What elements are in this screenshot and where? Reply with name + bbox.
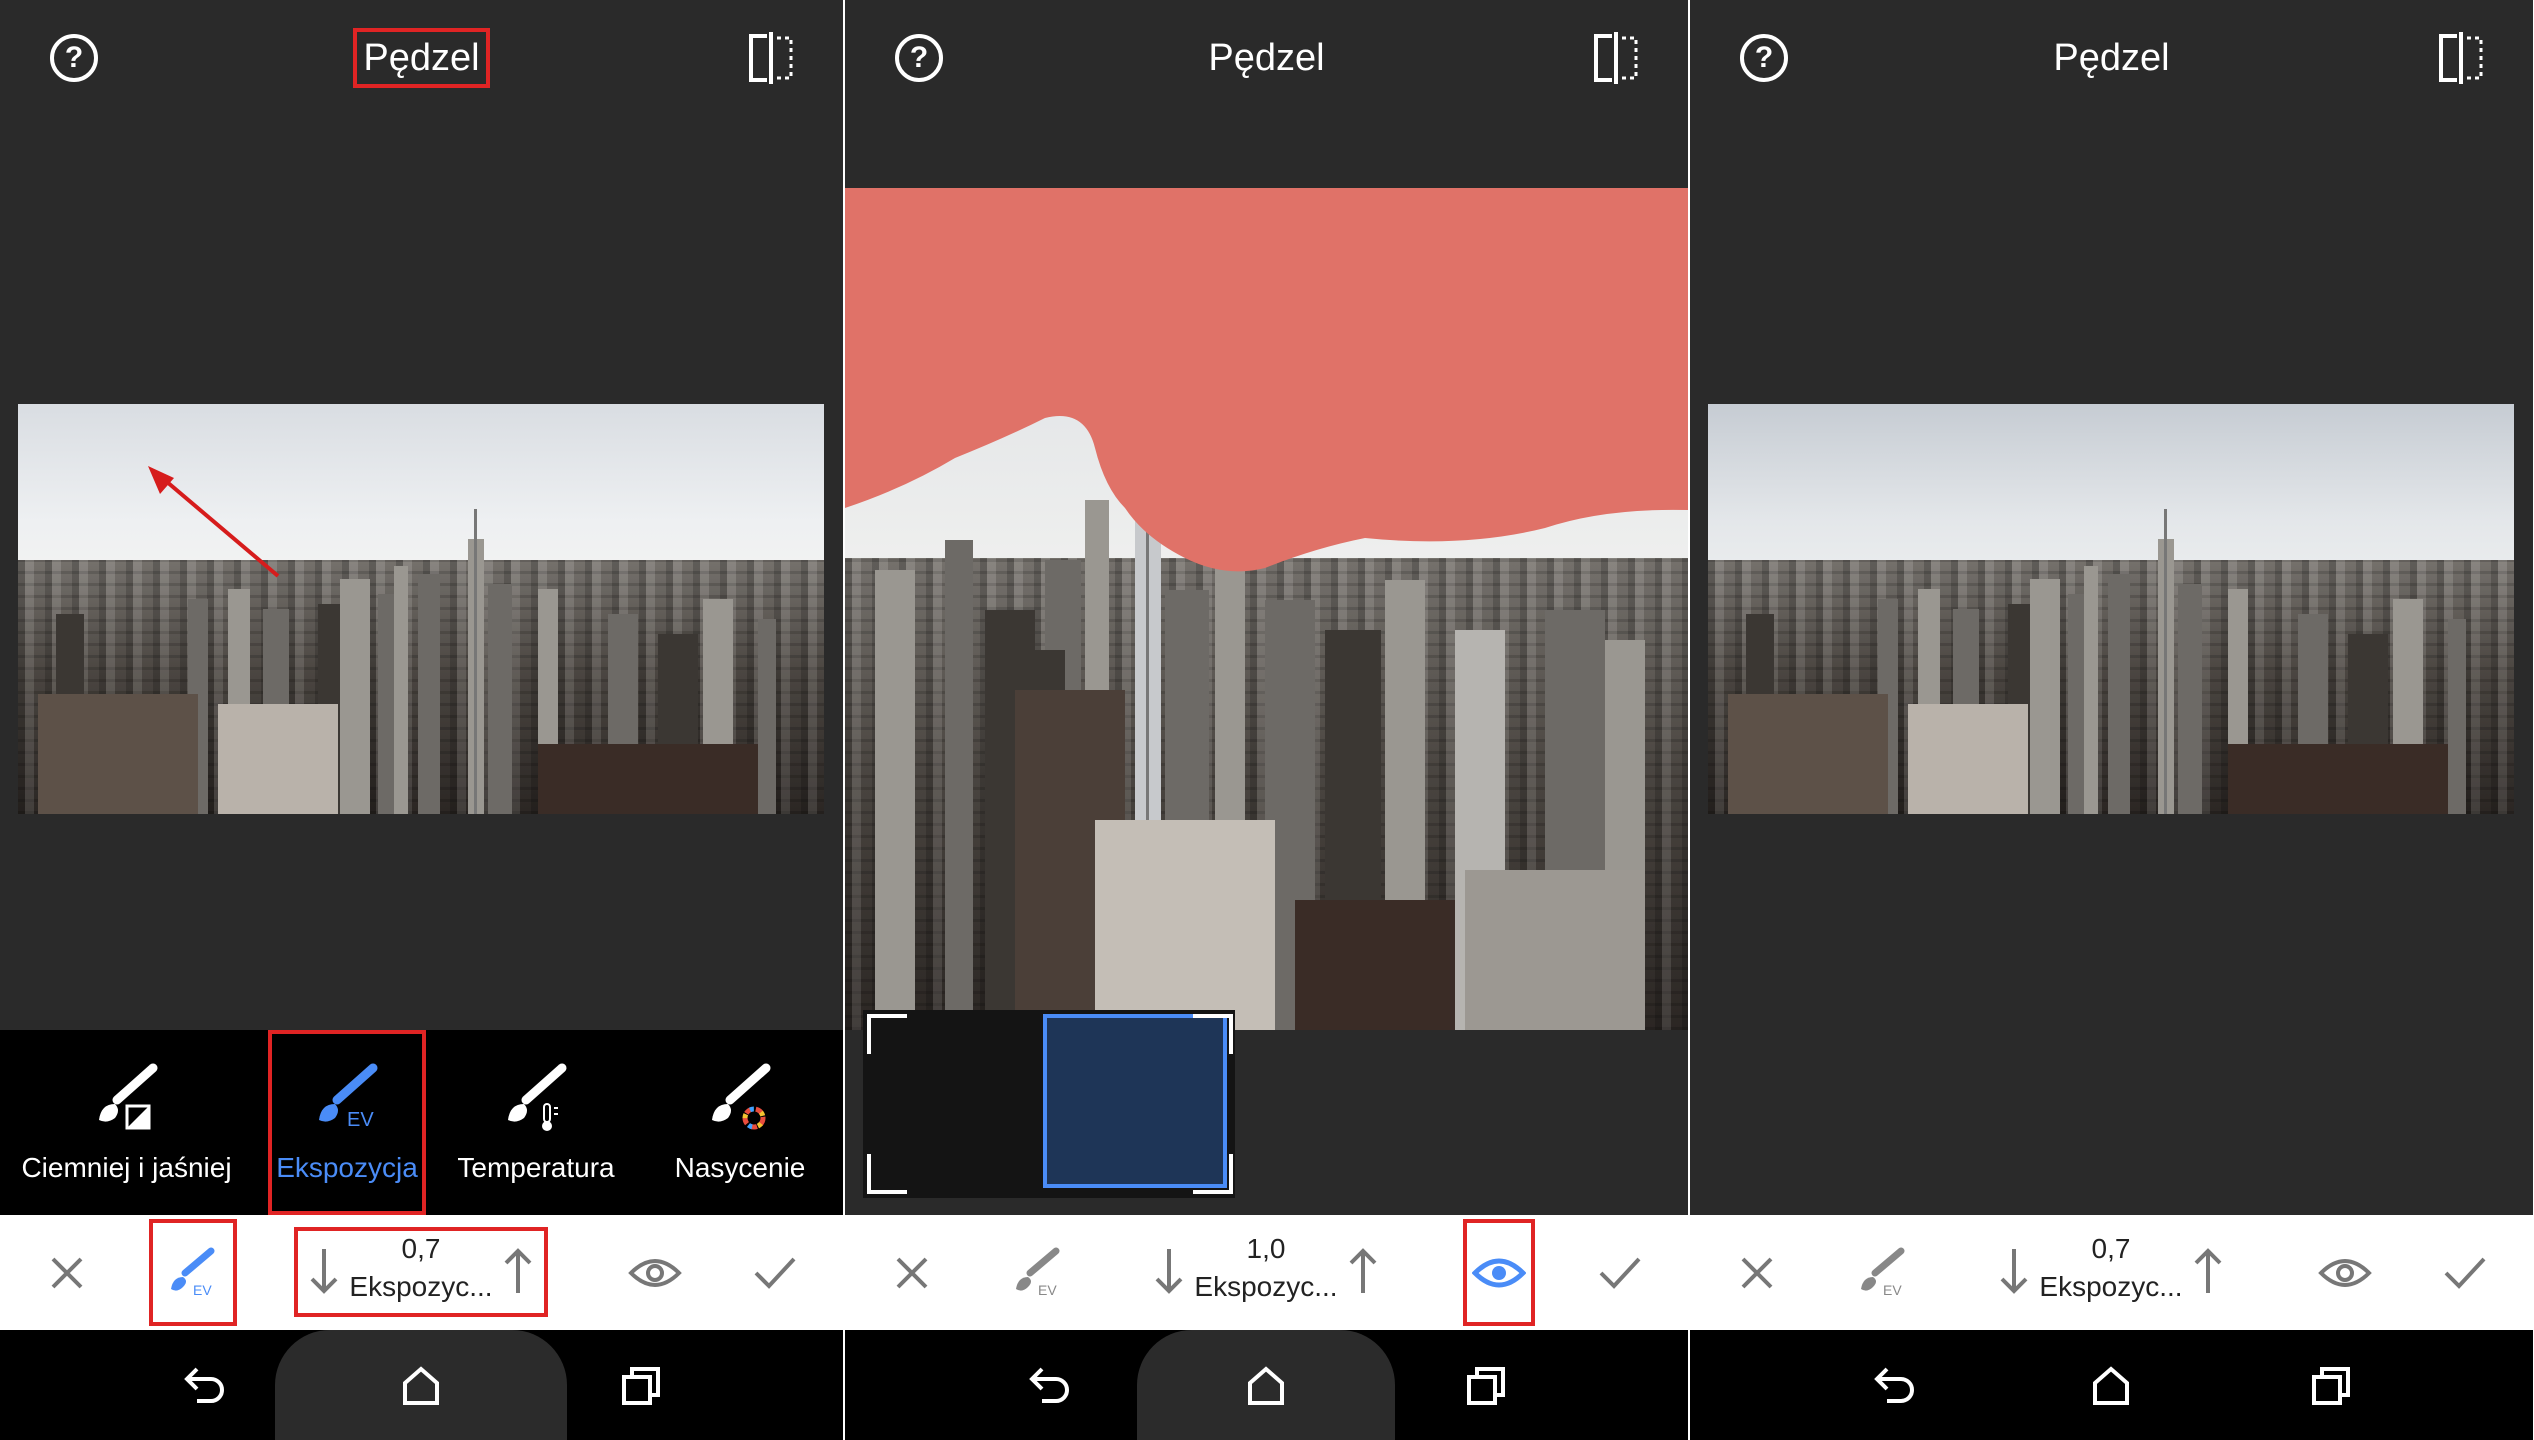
apply-button[interactable] <box>730 1215 820 1330</box>
editor-panel-3: ? Pędzel EV 0,7 Ekspozyc... <box>1690 0 2533 1440</box>
checkmark-icon <box>754 1257 796 1289</box>
exposure-value-control: 0,7 Ekspozyc... <box>294 1227 548 1317</box>
arrow-up-icon[interactable] <box>498 1245 538 1297</box>
svg-text:EV: EV <box>1883 1282 1902 1298</box>
system-nav-bar <box>845 1330 1688 1440</box>
home-button[interactable] <box>2066 1330 2156 1440</box>
brush-tool-strip: Ciemniej i jaśniej EV Ekspozycja Tempera… <box>0 1030 843 1215</box>
page-title-text: Pędzel <box>2053 37 2170 79</box>
home-button[interactable] <box>1221 1330 1311 1440</box>
exposure-value-control: 1,0 Ekspozyc... <box>1141 1229 1391 1315</box>
brush-tool-button[interactable]: EV <box>145 1215 241 1330</box>
brush-icon: EV <box>1861 1247 1905 1298</box>
page-title: Pędzel <box>1690 34 2533 82</box>
recents-button[interactable] <box>1441 1330 1531 1440</box>
top-bar: ? Pędzel <box>1690 0 2533 115</box>
brush-icon: EV <box>1016 1247 1060 1298</box>
system-nav-bar <box>1690 1330 2533 1440</box>
photo-preview[interactable] <box>18 404 824 814</box>
home-button[interactable] <box>376 1330 466 1440</box>
cancel-button[interactable] <box>22 1215 112 1330</box>
recents-button[interactable] <box>596 1330 686 1440</box>
page-title-text: Pędzel <box>1208 37 1325 79</box>
photo-preview[interactable] <box>1708 404 2514 814</box>
cancel-button[interactable] <box>1712 1215 1802 1330</box>
back-icon <box>1029 1367 1069 1403</box>
tool-saturation[interactable]: Nasycenie <box>640 1030 840 1215</box>
back-button[interactable] <box>1005 1330 1095 1440</box>
close-icon <box>896 1257 928 1288</box>
arrow-up-icon[interactable] <box>2188 1245 2228 1297</box>
annotation-arrow <box>148 466 280 578</box>
eye-icon <box>628 1258 682 1287</box>
apply-button[interactable] <box>1575 1215 1665 1330</box>
eye-icon <box>1472 1258 1526 1287</box>
photo-zoomed[interactable] <box>845 188 1688 1030</box>
visibility-button[interactable] <box>1459 1215 1539 1330</box>
tool-dodge-burn[interactable]: Ciemniej i jaśniej <box>0 1030 253 1215</box>
back-button[interactable] <box>160 1330 250 1440</box>
recents-icon <box>622 1367 660 1405</box>
recents-icon <box>2312 1367 2350 1405</box>
eye-icon <box>2318 1258 2372 1287</box>
visibility-button[interactable] <box>2300 1215 2390 1330</box>
brush-icon: EV <box>171 1247 215 1298</box>
back-icon <box>184 1367 224 1403</box>
brush-tool-button[interactable]: EV <box>990 1215 1086 1330</box>
compare-icon[interactable] <box>1592 32 1640 84</box>
exposure-badge: EV <box>347 1109 374 1131</box>
editor-panel-1: ? Pędzel Ciemniej i jaśniej EV Ekspozycj… <box>0 0 843 1440</box>
home-icon <box>403 1366 439 1405</box>
checkmark-icon <box>1599 1257 1641 1289</box>
apply-button[interactable] <box>2420 1215 2510 1330</box>
top-bar: ? Pędzel <box>845 0 1688 115</box>
checkmark-icon <box>2444 1257 2486 1289</box>
visibility-button[interactable] <box>610 1215 700 1330</box>
arrow-up-icon[interactable] <box>1343 1245 1383 1297</box>
tool-temperature[interactable]: Temperatura <box>440 1030 632 1215</box>
brush-tool-button[interactable]: EV <box>1835 1215 1931 1330</box>
compare-icon[interactable] <box>747 32 795 84</box>
action-bar: EV 1,0 Ekspozyc... <box>845 1215 1688 1330</box>
home-icon <box>2093 1366 2129 1405</box>
cancel-button[interactable] <box>867 1215 957 1330</box>
svg-text:EV: EV <box>193 1282 212 1298</box>
system-nav-bar <box>0 1330 843 1440</box>
back-icon <box>1874 1367 1914 1403</box>
brush-dodge-burn-icon <box>98 1063 157 1130</box>
action-bar: EV 0,7 Ekspozyc... <box>1690 1215 2533 1330</box>
editor-panel-2: ? Pędzel EV 1,0 Ekspozyc... <box>845 0 1688 1440</box>
action-bar: EV 0,7 Ekspozyc... <box>0 1215 843 1330</box>
page-title: Pędzel <box>845 34 1688 82</box>
page-title: Pędzel <box>0 28 843 88</box>
brush-saturation-icon <box>712 1063 771 1130</box>
close-icon <box>1741 1257 1773 1288</box>
exposure-value-control: 0,7 Ekspozyc... <box>1986 1229 2236 1315</box>
recents-icon <box>1467 1367 1505 1405</box>
recents-button[interactable] <box>2286 1330 2376 1440</box>
page-title-text: Pędzel <box>353 28 490 88</box>
close-icon <box>51 1257 83 1288</box>
home-icon <box>1248 1366 1284 1405</box>
compare-icon[interactable] <box>2437 32 2485 84</box>
tool-exposure[interactable]: EV Ekspozycja <box>268 1030 426 1215</box>
brush-exposure-icon: EV <box>319 1063 378 1131</box>
brush-mask-overlay <box>845 188 1688 572</box>
top-bar: ? Pędzel <box>0 0 843 115</box>
brush-preview <box>863 1010 1235 1198</box>
back-button[interactable] <box>1850 1330 1940 1440</box>
svg-text:EV: EV <box>1038 1282 1057 1298</box>
brush-temperature-icon <box>508 1063 567 1131</box>
